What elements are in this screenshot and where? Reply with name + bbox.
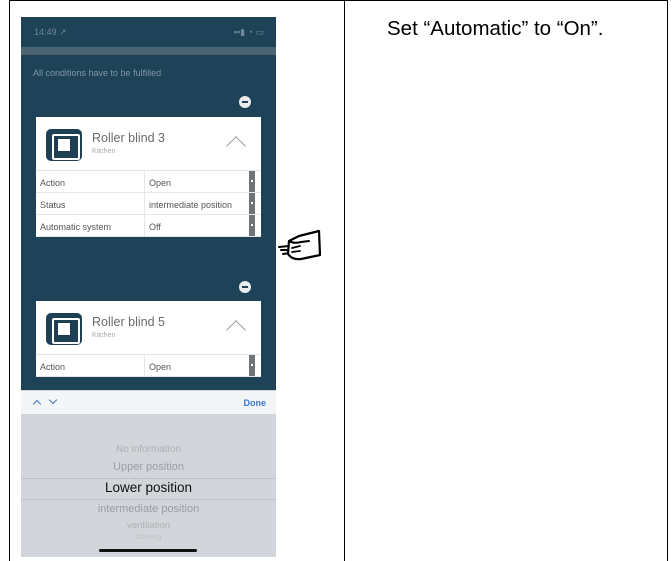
chevron-up-icon[interactable]: [32, 399, 42, 409]
status-time: 14:49 ↗: [34, 27, 67, 37]
row-label: Automatic system: [40, 222, 112, 232]
chevron-up-icon[interactable]: [226, 136, 246, 156]
row-value: intermediate position: [149, 200, 233, 210]
status-bar: 14:49 ↗ ▪▪▮ ◔ ▭: [21, 17, 276, 47]
instruction-text: Set “Automatic” to “On”.: [387, 17, 604, 40]
action-select[interactable]: Open: [144, 171, 255, 192]
row-label: Action: [40, 178, 66, 188]
dropdown-arrow-icon[interactable]: [249, 215, 255, 236]
row-label: Action: [40, 362, 66, 372]
chevron-up-icon[interactable]: [226, 320, 246, 340]
row-value: Open: [149, 178, 172, 188]
dropdown-arrow-icon[interactable]: [249, 355, 255, 376]
picker-option[interactable]: intermediate position: [21, 503, 276, 515]
chevron-down-icon[interactable]: [48, 395, 58, 405]
condition-row: Automatic system Off: [36, 215, 261, 237]
condition-row: Status intermediate position: [36, 193, 261, 215]
dropdown-arrow-icon[interactable]: [249, 193, 255, 214]
home-indicator: [99, 549, 197, 552]
conditions-note: All conditions have to be fulfilled: [33, 68, 162, 78]
done-button[interactable]: Done: [244, 398, 267, 408]
device-room: Kitchen: [92, 332, 116, 339]
device-title: Roller blind 3: [92, 131, 165, 145]
dropdown-arrow-icon[interactable]: [249, 171, 255, 192]
picker-option[interactable]: Upper position: [21, 461, 276, 473]
condition-row: Action Open: [36, 171, 261, 193]
option-picker-wheel[interactable]: No information Upper position Lower posi…: [21, 414, 276, 557]
pointing-hand-icon: [278, 229, 322, 261]
device-room: Kitchen: [92, 148, 116, 155]
device-card: Roller blind 5 Kitchen Action Open: [36, 301, 261, 377]
card-header[interactable]: Roller blind 5 Kitchen: [36, 301, 261, 355]
automatic-system-select[interactable]: Off: [144, 215, 255, 236]
picker-option[interactable]: No information: [21, 444, 276, 455]
device-title: Roller blind 5: [92, 315, 165, 329]
picker-option[interactable]: blocking: [21, 534, 276, 541]
row-value: Off: [149, 222, 161, 232]
picker-option-selected[interactable]: Lower position: [21, 480, 276, 495]
status-icons: ▪▪▮ ◔ ▭: [233, 27, 264, 37]
remove-condition-icon[interactable]: [239, 281, 251, 293]
roller-blind-icon: [46, 129, 82, 161]
card-header[interactable]: Roller blind 3 Kitchen: [36, 117, 261, 171]
nav-strip: [21, 47, 276, 55]
device-card: Roller blind 3 Kitchen Action Open Statu…: [36, 117, 261, 237]
frame-divider: [344, 0, 345, 561]
roller-blind-icon: [46, 313, 82, 345]
condition-row: Action Open: [36, 355, 261, 377]
status-select[interactable]: intermediate position: [144, 193, 255, 214]
row-value: Open: [149, 362, 172, 372]
row-label: Status: [40, 200, 66, 210]
remove-condition-icon[interactable]: [239, 96, 251, 108]
phone-screenshot: 14:49 ↗ ▪▪▮ ◔ ▭ All conditions have to b…: [21, 17, 276, 557]
action-select[interactable]: Open: [144, 355, 255, 376]
picker-option[interactable]: ventilation: [21, 520, 276, 531]
picker-toolbar: Done: [21, 390, 276, 414]
